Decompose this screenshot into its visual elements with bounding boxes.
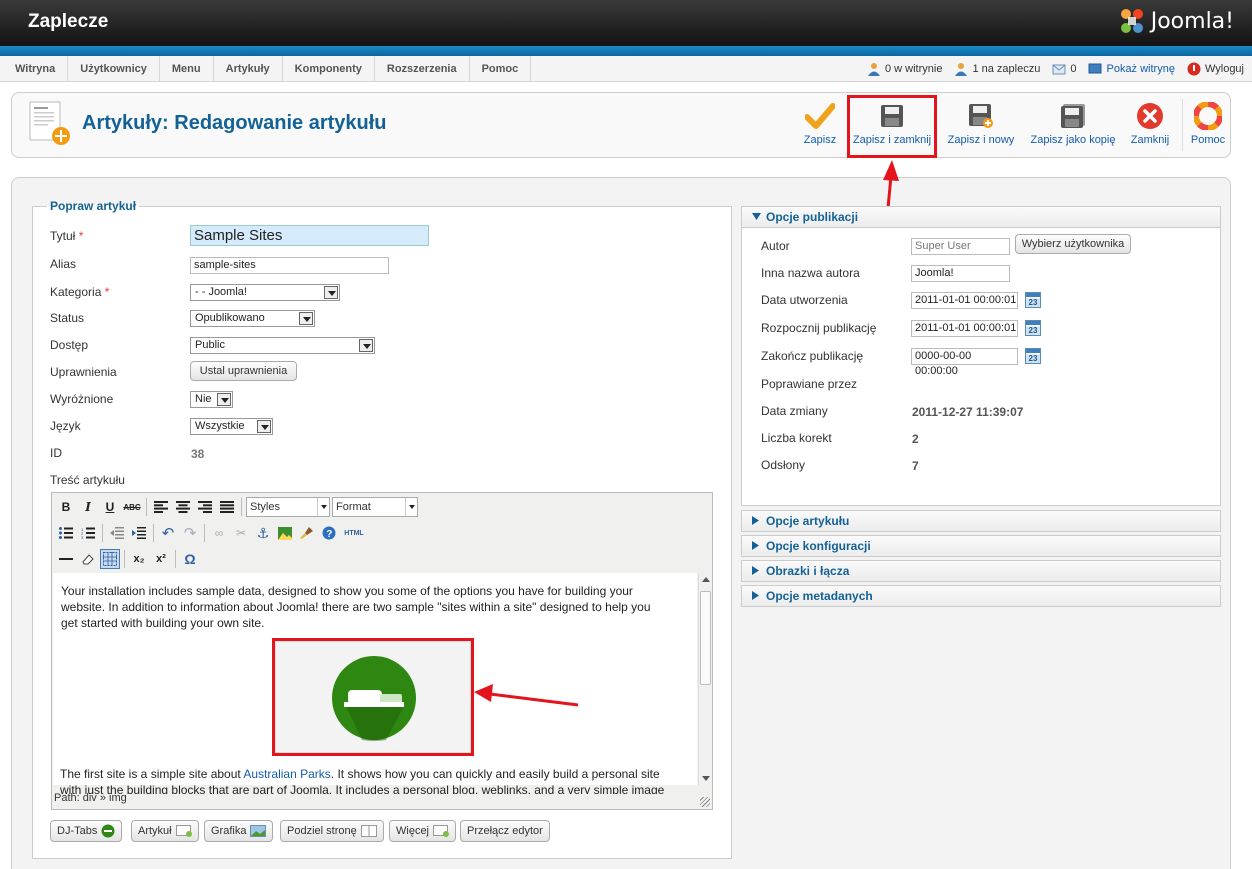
author-input[interactable]: Super User [911, 238, 1010, 255]
image-button[interactable]: Grafika [204, 820, 274, 842]
triangle-right-icon [752, 566, 759, 575]
article-label: Artykuł [138, 825, 172, 837]
image-label: Grafika [211, 825, 247, 837]
publish-down-input[interactable]: 0000-00-00 00:00:00 [911, 348, 1018, 377]
config-options-header[interactable]: Opcje konfiguracji [742, 536, 1220, 556]
read-more-button[interactable]: Więcej [389, 820, 457, 842]
article-button[interactable]: Artykuł [131, 820, 199, 842]
triangle-down-icon [752, 213, 761, 220]
read-more-label: Więcej [396, 825, 430, 837]
calendar-icon[interactable]: 23 [1025, 348, 1041, 364]
dj-tabs-button[interactable]: DJ-Tabs [50, 820, 123, 842]
calendar-icon[interactable]: 23 [1025, 320, 1041, 336]
images-links-header[interactable]: Obrazki i łącza [742, 561, 1220, 581]
images-links-title: Obrazki i łącza [766, 564, 850, 578]
images-links-panel[interactable]: Obrazki i łącza [741, 560, 1221, 582]
toggle-editor-button[interactable]: Przełącz edytor [460, 820, 550, 842]
author-alias-label: Inna nazwa autora [761, 266, 860, 280]
dj-tabs-label: DJ-Tabs [57, 825, 98, 837]
triangle-right-icon [752, 591, 759, 600]
revisions-value: 2 [912, 432, 919, 446]
publishing-options-header[interactable]: Opcje publikacji [742, 207, 1220, 227]
created-date-input[interactable]: 2011-01-01 00:00:01 [911, 292, 1018, 309]
publish-up-input[interactable]: 2011-01-01 00:00:01 [911, 320, 1018, 337]
page-break-button[interactable]: Podziel stronę [280, 820, 384, 842]
toggle-editor-label: Przełącz edytor [467, 825, 543, 837]
modified-by-label: Poprawiane przez [761, 377, 858, 391]
config-options-panel[interactable]: Opcje konfiguracji [741, 535, 1221, 557]
publishing-options-title: Opcje publikacji [766, 210, 859, 224]
metadata-options-panel[interactable]: Opcje metadanych [741, 585, 1221, 607]
revisions-label: Liczba korekt [761, 431, 832, 445]
page-break-label: Podziel stronę [287, 825, 357, 837]
dj-tabs-icon [101, 824, 115, 838]
triangle-right-icon [752, 541, 759, 550]
article-options-header[interactable]: Opcje artykułu [742, 511, 1220, 531]
picture-icon [250, 825, 267, 837]
created-date-label: Data utworzenia [761, 293, 848, 307]
config-options-title: Opcje konfiguracji [766, 539, 871, 553]
hits-label: Odsłony [761, 458, 806, 472]
publish-down-label: Zakończ publikację [761, 349, 864, 363]
publish-up-label: Rozpocznij publikację [761, 321, 877, 335]
article-options-panel[interactable]: Opcje artykułu [741, 510, 1221, 532]
triangle-right-icon [752, 516, 759, 525]
publishing-options-panel: Opcje publikacji [741, 206, 1221, 228]
article-options-title: Opcje artykułu [766, 514, 850, 528]
read-more-icon [433, 825, 450, 837]
modified-date-label: Data zmiany [761, 404, 828, 418]
page-break-icon [360, 825, 377, 837]
calendar-icon[interactable]: 23 [1025, 292, 1041, 308]
select-user-button[interactable]: Wybierz użytkownika [1015, 234, 1131, 254]
article-add-icon [175, 825, 192, 837]
author-alias-input[interactable]: Joomla! [911, 265, 1010, 282]
metadata-options-title: Opcje metadanych [766, 589, 873, 603]
author-label: Autor [761, 239, 790, 253]
metadata-options-header[interactable]: Opcje metadanych [742, 586, 1220, 606]
modified-date-value: 2011-12-27 11:39:07 [912, 405, 1024, 419]
hits-value: 7 [912, 459, 919, 473]
